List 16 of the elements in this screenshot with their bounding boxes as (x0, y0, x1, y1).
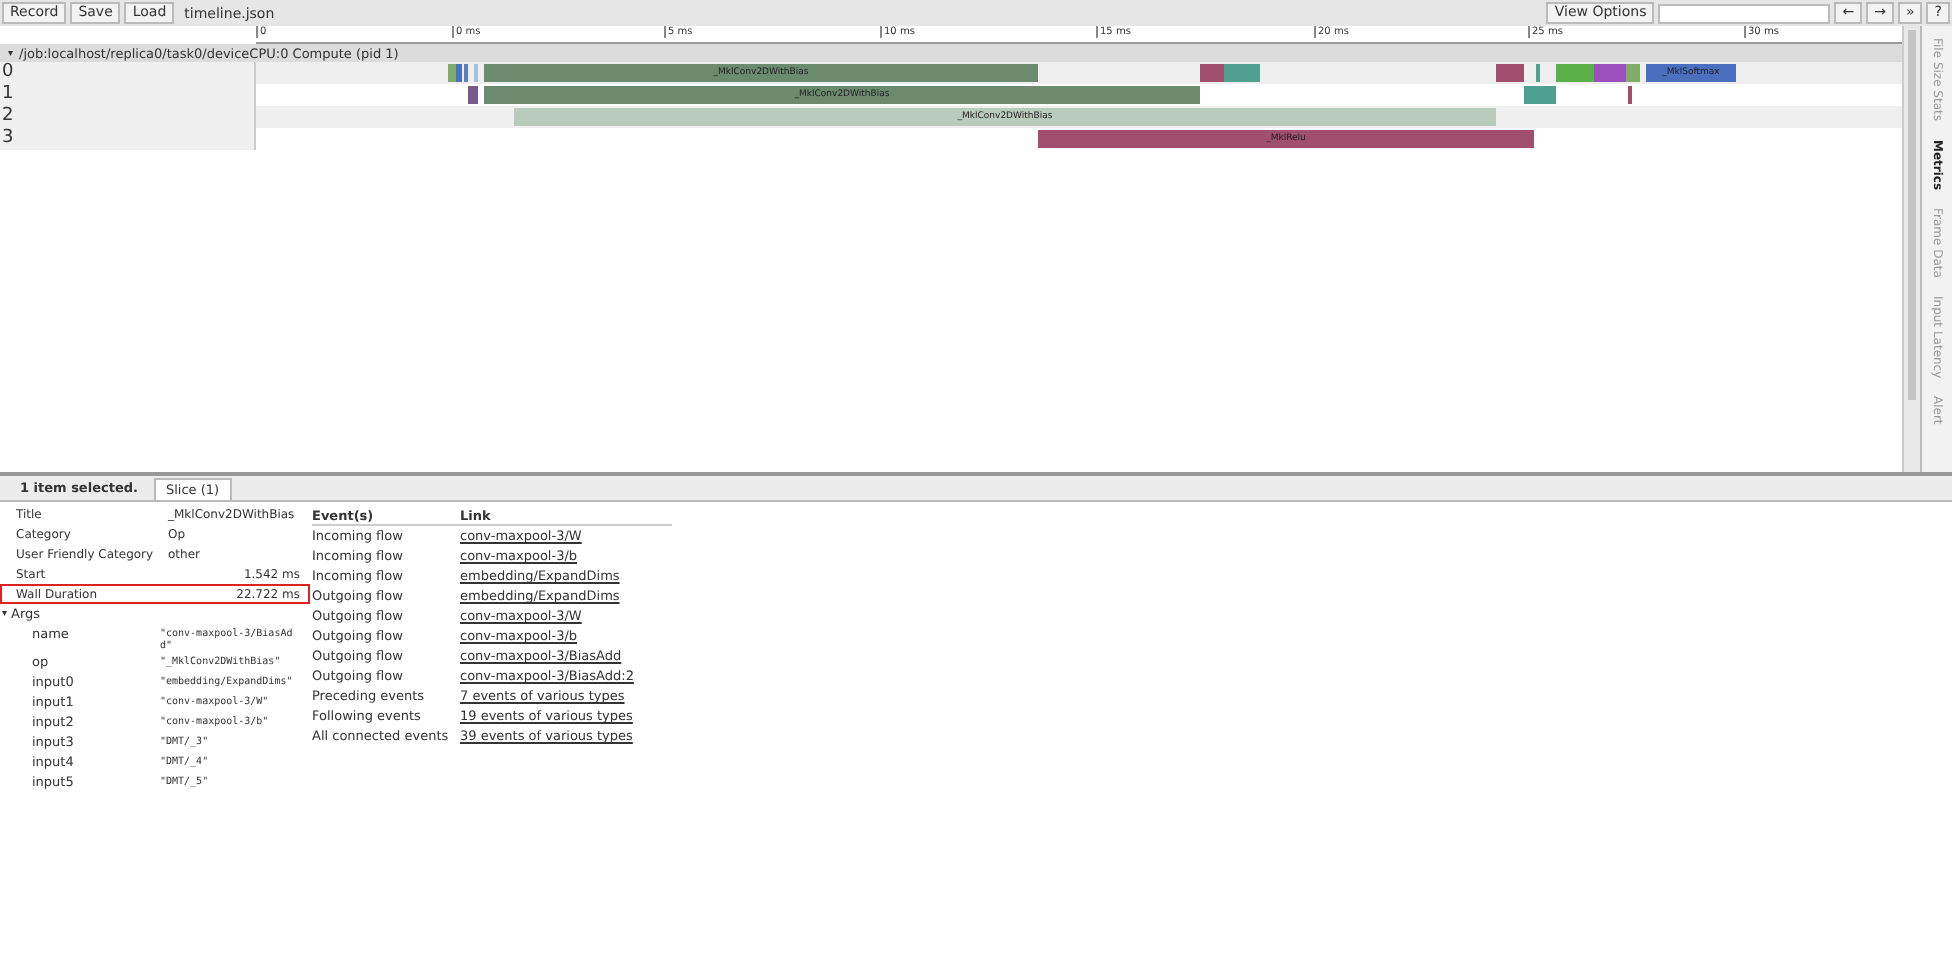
scrollbar[interactable] (1902, 26, 1920, 472)
trace-slice[interactable] (1224, 64, 1260, 82)
trace-slice[interactable] (1200, 64, 1224, 82)
search-field[interactable] (1658, 3, 1831, 23)
trace-slice[interactable] (448, 64, 456, 82)
trace-slice[interactable] (1496, 64, 1524, 82)
trace-slice[interactable] (468, 86, 478, 104)
trace-slice[interactable] (456, 64, 462, 82)
thread-label: 0 (0, 62, 256, 84)
trace-slice[interactable] (1524, 86, 1556, 104)
thread-label: 1 (0, 84, 256, 106)
trace-slice[interactable] (1556, 64, 1594, 82)
thread-label: 2 (0, 106, 256, 128)
trace-slice[interactable] (1626, 64, 1640, 82)
trace-slice[interactable] (1594, 64, 1626, 82)
thread-label: 3 (0, 128, 256, 150)
